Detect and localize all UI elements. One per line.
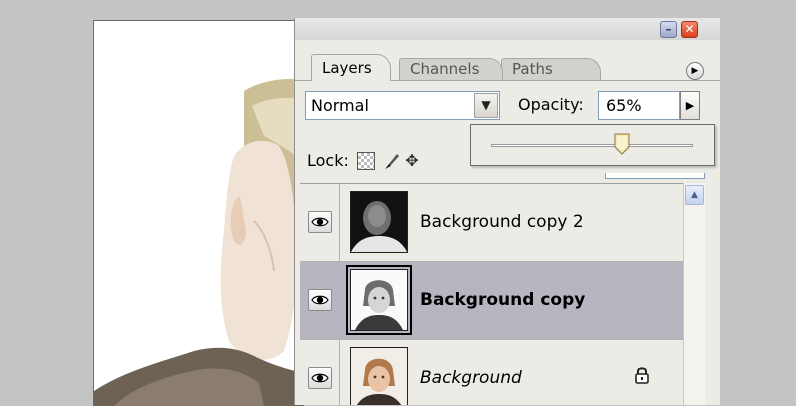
chevron-down-icon[interactable]: ▼ — [474, 93, 498, 118]
visibility-cell[interactable] — [300, 340, 340, 405]
opacity-slider-thumb[interactable] — [613, 133, 631, 155]
chevron-up-icon[interactable]: ▲ — [685, 185, 704, 205]
photo-face — [94, 79, 304, 406]
blend-mode-value: Normal — [311, 96, 369, 115]
lock-label: Lock: — [307, 151, 349, 170]
layer-list: Background copy 2 Background copy Backgr… — [300, 183, 683, 405]
layer-name: Background copy — [420, 290, 586, 310]
palette-titlebar[interactable]: – ✕ — [295, 18, 720, 40]
eye-icon[interactable] — [308, 289, 332, 311]
layer-row-background-copy[interactable]: Background copy — [300, 262, 683, 340]
opacity-input[interactable]: 65% — [598, 91, 680, 120]
layer-row-background[interactable]: Background — [300, 340, 683, 405]
minimize-icon[interactable]: – — [660, 21, 677, 38]
layer-thumbnail — [346, 265, 412, 335]
opacity-slider-track[interactable] — [491, 144, 693, 147]
layer-row-background-copy-2[interactable]: Background copy 2 — [300, 184, 683, 262]
palette-tabs: Layers Channels Paths — [307, 54, 707, 81]
checkerboard-icon[interactable] — [357, 152, 375, 170]
opacity-label: Opacity: — [518, 95, 584, 114]
opacity-value: 65% — [606, 96, 642, 115]
palette-menu-icon[interactable]: ▶ — [686, 62, 704, 80]
chevron-right-icon[interactable]: ▶ — [680, 91, 700, 120]
layer-name: Background copy 2 — [420, 212, 584, 232]
fill-input[interactable] — [605, 173, 705, 179]
layer-name: Background — [420, 368, 522, 388]
tab-paths[interactable]: Paths — [501, 58, 601, 80]
tab-channels[interactable]: Channels — [399, 58, 503, 80]
eye-icon[interactable] — [308, 367, 332, 389]
eye-icon[interactable] — [308, 211, 332, 233]
layer-thumbnail — [350, 347, 408, 405]
blend-mode-select[interactable]: Normal ▼ — [305, 91, 500, 120]
opacity-slider-popup — [470, 124, 715, 166]
visibility-cell[interactable] — [300, 262, 340, 339]
padlock-icon — [634, 366, 650, 389]
visibility-cell[interactable] — [300, 184, 340, 261]
document-canvas[interactable] — [93, 20, 304, 406]
layer-thumbnail — [350, 191, 408, 253]
close-icon[interactable]: ✕ — [681, 21, 698, 38]
layer-list-scrollbar[interactable]: ▲ — [683, 183, 705, 405]
brush-icon[interactable] — [383, 152, 401, 170]
layers-palette: – ✕ Layers Channels Paths ▶ Normal ▼ Opa… — [294, 18, 720, 405]
move-icon[interactable]: ✥ — [403, 152, 421, 170]
tab-layers[interactable]: Layers — [311, 54, 391, 81]
